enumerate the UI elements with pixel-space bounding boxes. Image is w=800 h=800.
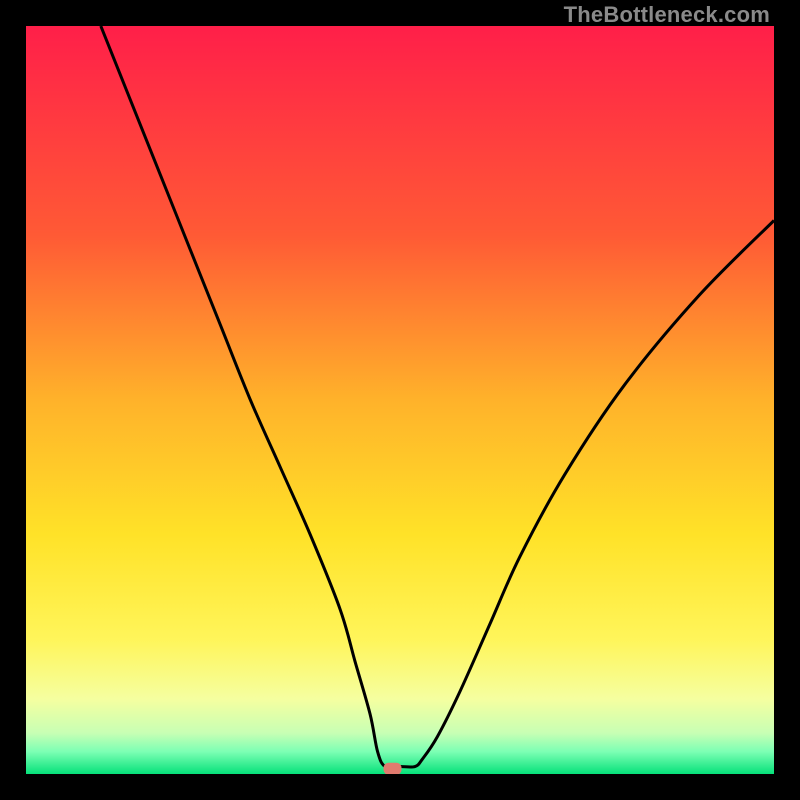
bottleneck-chart xyxy=(26,26,774,774)
watermark-text: TheBottleneck.com xyxy=(564,2,770,28)
plot-area xyxy=(26,26,774,774)
minimum-marker-icon xyxy=(384,763,402,774)
gradient-background xyxy=(26,26,774,774)
chart-frame: TheBottleneck.com xyxy=(0,0,800,800)
